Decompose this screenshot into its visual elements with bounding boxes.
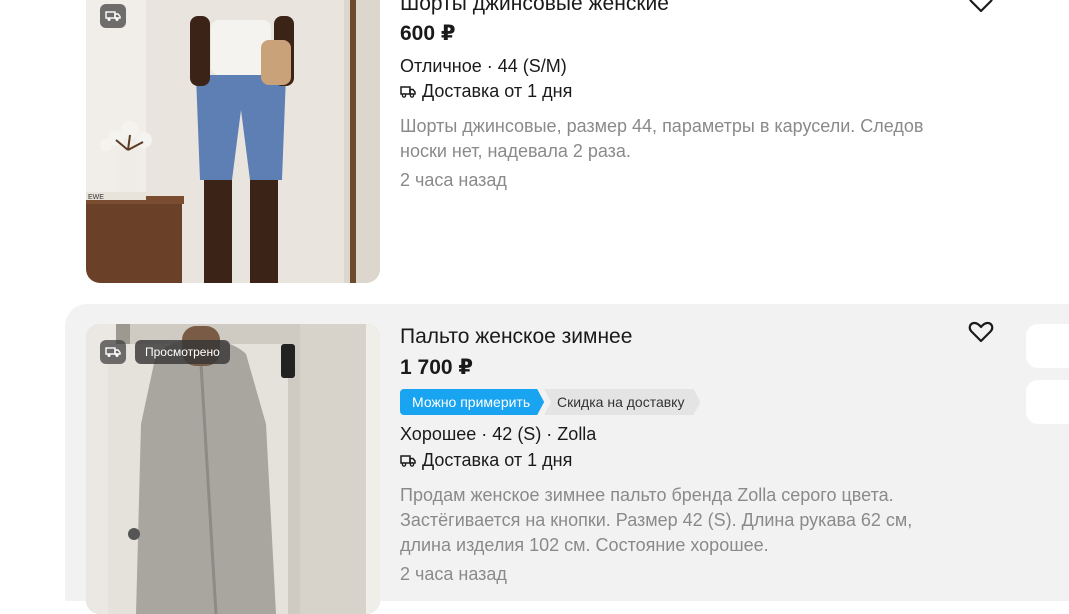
delivery-text: Доставка от 1 дня	[422, 81, 573, 101]
delivery-badge	[100, 340, 126, 364]
side-action-button[interactable]	[1026, 380, 1069, 424]
listing-price: 1 700 ₽	[400, 356, 473, 379]
listing-delivery: Доставка от 1 дня	[400, 81, 572, 102]
listing-photo[interactable]: Просмотрено	[86, 324, 380, 614]
delivery-badge	[100, 4, 126, 28]
heart-icon	[969, 0, 993, 13]
listing-condition: Хорошее · 42 (S) · Zolla	[400, 424, 597, 444]
description-line: Шорты джинсовые, размер 44, параметры в …	[400, 116, 924, 136]
listing-description: Продам женское зимнее пальто бренда Zoll…	[400, 483, 912, 558]
listing-condition: Отличное · 44 (S/M)	[400, 56, 567, 76]
heart-icon	[968, 321, 994, 343]
listing-posted-time: 2 часа назад	[400, 564, 507, 584]
listing-photo[interactable]: EWE	[86, 0, 380, 283]
listing-title[interactable]: Шорты джинсовые женские	[400, 0, 669, 16]
side-action-button[interactable]	[1026, 324, 1069, 368]
listing-title[interactable]: Пальто женское зимнее	[400, 325, 632, 349]
delivery-text: Доставка от 1 дня	[422, 450, 573, 470]
description-line: Застёгивается на кнопки. Размер 42 (S). …	[400, 510, 913, 530]
description-line: носки нет, надевала 2 раза.	[400, 141, 631, 161]
truck-icon	[400, 455, 416, 467]
listing-posted-time: 2 часа назад	[400, 170, 507, 190]
description-line: Продам женское зимнее пальто бренда Zoll…	[400, 485, 894, 505]
truck-icon	[105, 11, 121, 21]
listing-delivery: Доставка от 1 дня	[400, 450, 572, 471]
viewed-badge: Просмотрено	[135, 340, 230, 364]
tag-delivery-discount: Скидка на доставку	[544, 389, 700, 415]
book-label: EWE	[88, 194, 104, 201]
description-line: длина изделия 102 см. Состояние хорошее.	[400, 535, 769, 555]
favorite-button[interactable]	[968, 320, 994, 344]
truck-icon	[400, 86, 416, 98]
truck-icon	[105, 347, 121, 357]
tag-try-on: Можно примерить	[400, 389, 544, 415]
listing-card[interactable]: EWE Шорты джинсовые женские 600 ₽ Отличн…	[0, 0, 1069, 300]
favorite-button[interactable]	[968, 0, 994, 14]
listing-description: Шорты джинсовые, размер 44, параметры в …	[400, 114, 923, 164]
listing-price: 600 ₽	[400, 22, 456, 45]
